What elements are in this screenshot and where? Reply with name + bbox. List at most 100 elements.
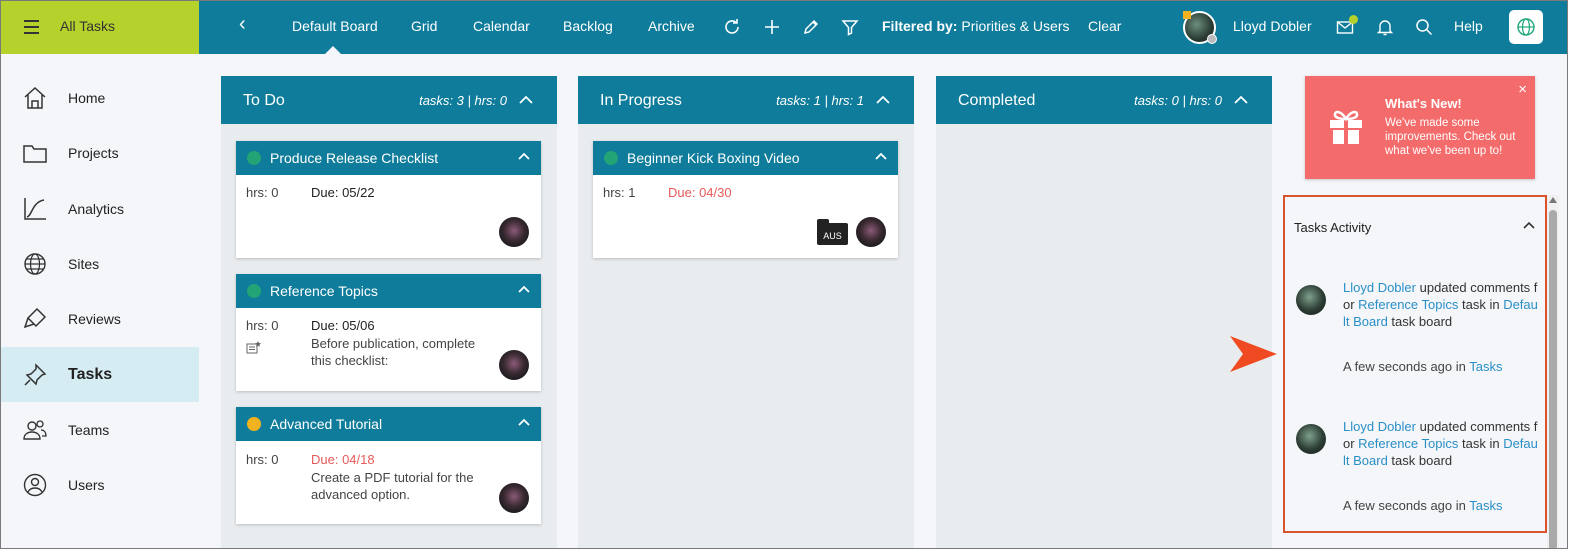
assignee-avatar[interactable] <box>856 217 886 247</box>
column-meta: tasks: 3 | hrs: 0 <box>419 93 507 108</box>
avatar-status-indicator <box>1207 34 1217 44</box>
activity-user-link[interactable]: Lloyd Dobler <box>1343 280 1416 295</box>
task-card[interactable]: Beginner Kick Boxing Video hrs: 1 Due: 0… <box>593 141 898 258</box>
card-header: Beginner Kick Boxing Video <box>593 141 898 175</box>
bell-icon[interactable] <box>1375 17 1395 37</box>
activity-text: Lloyd Dobler updated comments for Refere… <box>1343 419 1538 468</box>
top-bar: All Tasks ‹ Default Board Grid Calendar … <box>1 1 1567 54</box>
avatar-flag-badge <box>1183 11 1191 19</box>
sidebar-item-analytics[interactable]: Analytics <box>1 181 199 236</box>
hamburger-icon[interactable] <box>24 20 39 34</box>
tab-backlog[interactable]: Backlog <box>563 18 613 34</box>
pointer-arrow-icon <box>1230 336 1277 372</box>
close-icon[interactable]: × <box>1518 81 1527 98</box>
all-tasks-button[interactable]: All Tasks <box>1 1 199 54</box>
sidebar-item-users[interactable]: Users <box>1 457 199 512</box>
collapse-caret-icon[interactable] <box>518 418 530 427</box>
user-circle-icon <box>23 473 47 496</box>
activity-task-link[interactable]: Reference Topics <box>1358 297 1458 312</box>
globe-logo-icon <box>1517 18 1535 36</box>
column-in-progress: In Progress tasks: 1 | hrs: 1 Beginner K… <box>578 76 914 548</box>
task-card[interactable]: Produce Release Checklist hrs: 0 Due: 05… <box>236 141 541 258</box>
assignee-avatar[interactable] <box>499 217 529 247</box>
collapse-caret-icon[interactable] <box>875 152 887 161</box>
whats-new-banner[interactable]: What's New! We've made some improvements… <box>1305 76 1535 179</box>
pin-icon <box>24 362 47 386</box>
whats-new-title: What's New! <box>1385 96 1462 111</box>
tab-calendar[interactable]: Calendar <box>473 18 530 34</box>
back-icon[interactable]: ‹ <box>239 13 246 36</box>
user-name[interactable]: Lloyd Dobler <box>1233 18 1312 34</box>
assignee-avatar[interactable] <box>499 350 529 380</box>
sidebar-item-teams[interactable]: Teams <box>1 402 199 457</box>
column-to-do: To Do tasks: 3 | hrs: 0 Produce Release … <box>221 76 557 548</box>
sidebar-item-label: Projects <box>68 144 119 161</box>
assignee-avatar[interactable] <box>499 483 529 513</box>
tab-default-board[interactable]: Default Board <box>292 18 378 34</box>
help-link[interactable]: Help <box>1454 18 1483 34</box>
gift-icon <box>1330 110 1362 144</box>
app-window: All Tasks ‹ Default Board Grid Calendar … <box>0 0 1568 549</box>
card-hours: hrs: 1 <box>603 185 636 200</box>
card-header: Reference Topics <box>236 274 541 308</box>
sidebar-item-reviews[interactable]: Reviews <box>1 291 199 346</box>
column-meta: tasks: 1 | hrs: 1 <box>776 93 864 108</box>
project-badge-label: AUS <box>817 223 848 245</box>
card-title[interactable]: Beginner Kick Boxing Video <box>627 150 800 166</box>
sidebar-item-projects[interactable]: Projects <box>1 125 199 180</box>
tab-archive[interactable]: Archive <box>648 18 695 34</box>
sidebar-item-label: Sites <box>68 255 100 272</box>
company-logo[interactable] <box>1509 10 1543 44</box>
task-card[interactable]: Reference Topics hrs: 0 Due: 05/06 Befor… <box>236 274 541 391</box>
activity-timestamp: A few seconds ago in Tasks <box>1343 359 1503 374</box>
people-icon <box>23 419 47 440</box>
sidebar-item-sites[interactable]: Sites <box>1 236 199 291</box>
column-title: Completed <box>958 92 1036 109</box>
collapse-caret-icon[interactable] <box>518 94 534 106</box>
collapse-caret-icon[interactable] <box>518 285 530 294</box>
activity-text: Lloyd Dobler updated comments for Refere… <box>1343 280 1538 329</box>
activity-scrollbar[interactable] <box>1547 195 1559 548</box>
activity-place-link[interactable]: Tasks <box>1469 359 1502 374</box>
activity-avatar[interactable] <box>1296 285 1326 315</box>
sidebar: Home Projects Analytics Sites Reviews Ta… <box>1 54 199 548</box>
sidebar-item-label: Teams <box>68 421 110 438</box>
card-title[interactable]: Advanced Tutorial <box>270 416 382 432</box>
tab-grid[interactable]: Grid <box>411 18 437 34</box>
task-card[interactable]: Advanced Tutorial hrs: 0 Due: 04/18 Crea… <box>236 407 541 524</box>
activity-user-link[interactable]: Lloyd Dobler <box>1343 419 1416 434</box>
column-title: To Do <box>243 92 285 109</box>
sidebar-item-home[interactable]: Home <box>1 70 199 125</box>
whats-new-body: We've made some improvements. Check out … <box>1385 117 1516 157</box>
sidebar-item-label: Home <box>68 89 106 106</box>
activity-avatar[interactable] <box>1296 424 1326 454</box>
card-title[interactable]: Produce Release Checklist <box>270 150 438 166</box>
activity-title: Tasks Activity <box>1294 220 1372 235</box>
search-icon[interactable] <box>1414 17 1434 37</box>
collapse-caret-icon[interactable] <box>875 94 891 106</box>
project-folder-badge[interactable]: AUS <box>817 219 848 245</box>
collapse-caret-icon[interactable] <box>1233 94 1249 106</box>
card-hours: hrs: 0 <box>246 452 279 467</box>
filter-icon[interactable] <box>840 17 860 37</box>
priority-dot <box>247 284 261 298</box>
pencil-icon[interactable] <box>801 17 821 37</box>
checklist-icon <box>246 341 261 354</box>
collapse-caret-icon[interactable] <box>518 152 530 161</box>
collapse-caret-icon[interactable] <box>1523 221 1535 230</box>
refresh-icon[interactable] <box>722 17 742 37</box>
column-title: In Progress <box>600 92 682 109</box>
card-due-date: Due: 05/06 <box>311 318 375 333</box>
sidebar-item-tasks[interactable]: Tasks <box>1 347 199 402</box>
card-title[interactable]: Reference Topics <box>270 283 378 299</box>
card-hours: hrs: 0 <box>246 318 279 333</box>
sidebar-item-label: Users <box>68 476 105 493</box>
activity-place-link[interactable]: Tasks <box>1469 498 1502 513</box>
card-due-date: Due: 04/30 <box>668 185 732 200</box>
scroll-thumb[interactable] <box>1549 210 1557 548</box>
clear-filter-button[interactable]: Clear <box>1088 18 1121 34</box>
activity-task-link[interactable]: Reference Topics <box>1358 436 1458 451</box>
card-hours: hrs: 0 <box>246 185 279 200</box>
plus-icon[interactable] <box>762 17 782 37</box>
scroll-up-icon[interactable] <box>1549 197 1557 203</box>
